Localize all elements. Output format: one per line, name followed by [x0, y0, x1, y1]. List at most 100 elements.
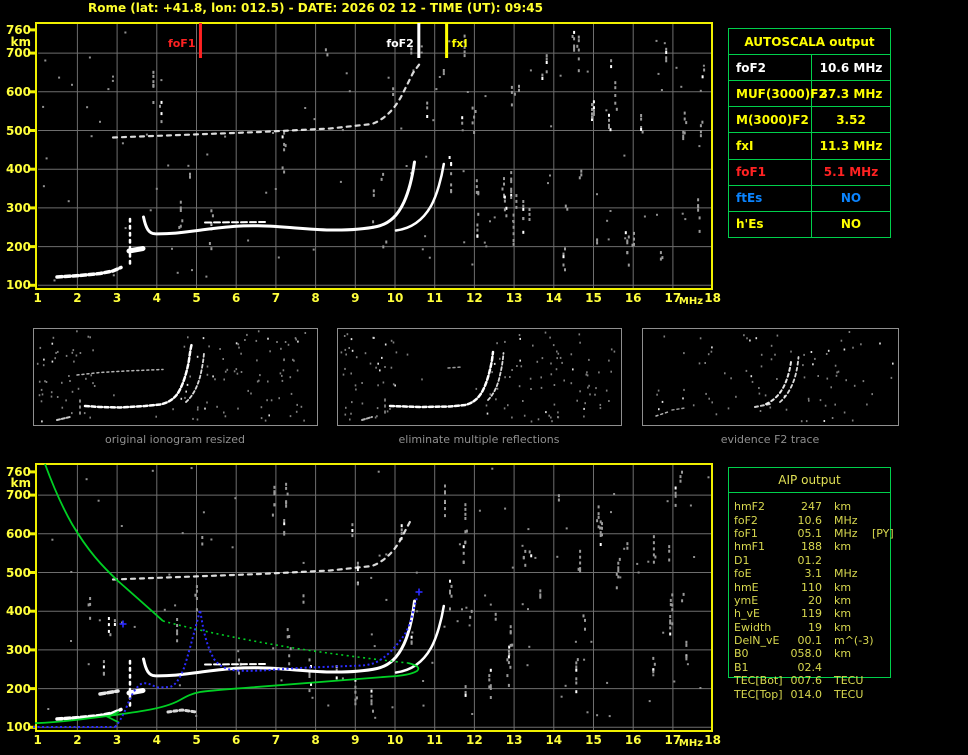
autoscala-value: 37.3 MHz	[819, 86, 883, 101]
autoscala-row-ftEs: ftEs NO	[729, 185, 890, 212]
autoscala-value: 11.3 MHz	[819, 138, 883, 153]
x-tick-top-4: 4	[152, 291, 161, 305]
aip-value: 247	[801, 500, 822, 514]
aip-label: foF1	[734, 526, 758, 540]
aip-label: hmF2	[734, 500, 766, 514]
aip-table-rows: hmF2 247 km foF2 10.6 MHz foF1 05.1 MHz [PY] hmF1 1…	[728, 500, 894, 701]
autoscala-value: NO	[840, 191, 862, 206]
aip-unit: km	[834, 607, 852, 621]
x-tick-bottom-8: 8	[311, 733, 320, 747]
x-tick-top-7: 7	[271, 291, 281, 305]
x-tick-top-1: 1	[33, 291, 42, 305]
aip-label: foF2	[734, 513, 758, 527]
x-tick-top-15: 15	[585, 291, 602, 305]
x-tick-top-2: 2	[73, 291, 82, 305]
aip-unit: km	[834, 540, 852, 554]
autoscala-value: 3.52	[836, 112, 866, 127]
autoscala-value: 10.6 MHz	[819, 60, 883, 75]
aip-label: TEC[Bot]	[734, 674, 783, 688]
autoscala-table-rows: foF2 10.6 MHz MUF(3000)F2 37.3 MHz M(3000)F2…	[729, 55, 890, 237]
aip-unit: km	[834, 500, 852, 514]
aip-row-foF2: foF2 10.6 MHz	[728, 513, 891, 526]
marker-label-fxI: fxI	[451, 37, 468, 50]
x-tick-bottom-2: 2	[73, 733, 82, 747]
y-tick-top-100: 100	[5, 278, 31, 293]
x-tick-top-10: 10	[386, 291, 404, 305]
aip-unit: TECU	[834, 687, 864, 701]
x-tick-top-12: 12	[466, 291, 483, 305]
autoscala-label: fxI	[729, 133, 812, 159]
y-tick-bottom-500: 500	[5, 565, 31, 580]
y-tick-top-300: 300	[5, 200, 31, 215]
aip-label: foE	[734, 567, 752, 581]
autoscala-label: foF2	[729, 55, 812, 81]
autoscala-row-h'Es: h'Es NO	[729, 211, 890, 237]
aip-label: B1	[734, 660, 749, 674]
autoscala-label: h'Es	[729, 211, 812, 237]
aip-row-hmF1: hmF1 188 km	[728, 540, 891, 553]
aip-value: 058.0	[790, 647, 823, 661]
y-tick-bottom-700: 700	[5, 488, 31, 503]
bottom-chart-noise	[47, 467, 710, 719]
aip-label: DelN_vE	[734, 634, 780, 648]
x-tick-bottom-7: 7	[271, 733, 281, 747]
aip-row-B1: B1 02.4	[728, 661, 891, 674]
aip-value: 007.6	[790, 674, 823, 688]
x-tick-bottom-4: 4	[152, 733, 161, 747]
x-tick-top-18: 18	[704, 291, 721, 305]
x-tick-bottom-18: 18	[704, 733, 721, 747]
aip-unit: TECU	[834, 674, 864, 688]
aip-unit: MHz	[834, 567, 858, 581]
x-tick-bottom-6: 6	[232, 733, 241, 747]
aip-label: ymE	[734, 593, 759, 607]
y-axis-unit-bottom: km	[10, 476, 31, 490]
thumbnail-eliminate-reflections	[337, 328, 622, 426]
x-axis-unit-bottom: MHz	[678, 738, 704, 749]
thumbnail-caption-2: eliminate multiple reflections	[398, 433, 560, 446]
y-tick-top-600: 600	[5, 84, 31, 99]
autoscala-output-table: AUTOSCALA output foF2 10.6 MHz MUF(3000)F2…	[728, 28, 891, 238]
autoscala-label: ftEs	[729, 185, 812, 211]
aip-value: 119	[801, 607, 822, 621]
autoscala-value: NO	[840, 217, 862, 232]
aip-value: 110	[801, 580, 822, 594]
aip-row-foF1: foF1 05.1 MHz [PY]	[728, 526, 894, 540]
aip-row-DelN_vE: DelN_vE 00.1 m^(-3)	[728, 634, 891, 647]
y-tick-bottom-400: 400	[5, 604, 31, 619]
x-tick-top-9: 9	[351, 291, 360, 305]
autoscala-value: 5.1 MHz	[823, 165, 879, 180]
thumbnail-original-ionogram	[33, 328, 318, 426]
marker-label-foF1: foF1	[167, 37, 196, 50]
x-tick-top-8: 8	[311, 291, 320, 305]
y-tick-top-200: 200	[5, 239, 31, 254]
aip-value: 20	[808, 593, 822, 607]
x-tick-bottom-13: 13	[505, 733, 523, 747]
x-tick-bottom-5: 5	[192, 733, 201, 747]
x-tick-bottom-16: 16	[624, 733, 642, 747]
aip-row-foE: foE 3.1 MHz	[728, 567, 891, 580]
aip-unit: m^(-3)	[834, 634, 874, 648]
aip-row-B0: B0 058.0 km	[728, 647, 891, 660]
x-tick-top-13: 13	[505, 291, 523, 305]
aip-extra: [PY]	[872, 526, 894, 540]
aip-row-Ewidth: Ewidth 19 km	[728, 621, 891, 634]
aip-value: 10.6	[797, 513, 823, 527]
aip-label: hmF1	[734, 540, 766, 554]
aip-row-h_vE: h_vE 119 km	[728, 607, 891, 620]
aip-label: h_vE	[734, 607, 760, 621]
y-tick-bottom-600: 600	[5, 526, 31, 541]
x-tick-top-16: 16	[624, 291, 642, 305]
aip-label: TEC[Top]	[734, 687, 783, 701]
autoscala-row-fxI: fxI 11.3 MHz	[729, 133, 890, 160]
y-tick-bottom-300: 300	[5, 642, 31, 657]
top-chart-noise	[42, 30, 706, 282]
autoscala-label: foF1	[729, 159, 812, 185]
autoscala-row-foF1: foF1 5.1 MHz	[729, 159, 890, 186]
aip-row-TEC[Bot]: TEC[Bot] 007.6 TECU	[728, 674, 891, 687]
aip-label: hmE	[734, 580, 759, 594]
x-tick-top-14: 14	[545, 291, 563, 305]
x-tick-bottom-3: 3	[112, 733, 122, 747]
x-tick-top-5: 5	[192, 291, 201, 305]
aip-unit: MHz	[834, 526, 858, 540]
aip-value: 00.1	[797, 634, 823, 648]
